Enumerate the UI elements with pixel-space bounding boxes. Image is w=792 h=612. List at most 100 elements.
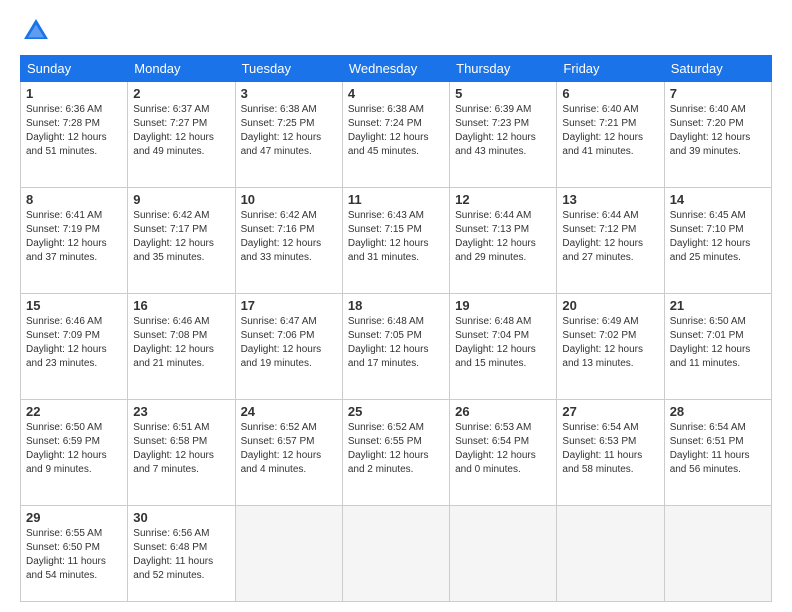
day-cell-3: 3Sunrise: 6:38 AM Sunset: 7:25 PM Daylig…	[235, 82, 342, 188]
day-number: 9	[133, 192, 229, 207]
day-info: Sunrise: 6:42 AM Sunset: 7:17 PM Dayligh…	[133, 209, 229, 265]
day-header-tuesday: Tuesday	[235, 56, 342, 82]
day-cell-5: 5 Sunrise: 6:39 AM Sunset: 7:23 PM Daylig…	[450, 82, 557, 188]
day-cell-4: 4 Sunrise: 6:38 AM Sunset: 7:24 PM Daylig…	[342, 82, 449, 188]
empty-cell	[342, 505, 449, 602]
day-info: Sunrise: 6:46 AM Sunset: 7:09 PM Dayligh…	[26, 315, 122, 371]
day-cell-14: 14 Sunrise: 6:45 AM Sunset: 7:10 PM Dayli…	[664, 187, 771, 293]
day-info: Sunrise: 6:55 AM Sunset: 6:50 PM Dayligh…	[26, 527, 122, 583]
day-number: 22	[26, 404, 122, 419]
empty-cell	[235, 505, 342, 602]
day-info: Sunrise: 6:50 AM Sunset: 7:01 PM Dayligh…	[670, 315, 766, 371]
day-cell-16: 16Sunrise: 6:46 AM Sunset: 7:08 PM Dayli…	[128, 293, 235, 399]
day-number: 19	[455, 298, 551, 313]
day-cell-9: 9 Sunrise: 6:42 AM Sunset: 7:17 PM Daylig…	[128, 187, 235, 293]
day-number: 6	[562, 86, 658, 101]
day-info: Sunrise: 6:52 AM Sunset: 6:57 PM Dayligh…	[241, 421, 337, 477]
day-number: 15	[26, 298, 122, 313]
day-info: Sunrise: 6:44 AM Sunset: 7:12 PM Dayligh…	[562, 209, 658, 265]
day-number: 28	[670, 404, 766, 419]
day-cell-12: 12 Sunrise: 6:44 AM Sunset: 7:13 PM Dayli…	[450, 187, 557, 293]
day-info: Sunrise: 6:43 AM Sunset: 7:15 PM Dayligh…	[348, 209, 444, 265]
day-info: Sunrise: 6:52 AM Sunset: 6:55 PM Dayligh…	[348, 421, 444, 477]
week-row-2: 8 Sunrise: 6:41 AM Sunset: 7:19 PM Daylig…	[21, 187, 772, 293]
day-cell-25: 25 Sunrise: 6:52 AM Sunset: 6:55 PM Dayli…	[342, 399, 449, 505]
day-number: 5	[455, 86, 551, 101]
day-info: Sunrise: 6:40 AM Sunset: 7:21 PM Dayligh…	[562, 103, 658, 159]
day-cell-26: 26 Sunrise: 6:53 AM Sunset: 6:54 PM Dayli…	[450, 399, 557, 505]
day-cell-29: 29 Sunrise: 6:55 AM Sunset: 6:50 PM Dayli…	[21, 505, 128, 602]
logo-icon	[20, 15, 52, 47]
day-cell-17: 17Sunrise: 6:47 AM Sunset: 7:06 PM Dayli…	[235, 293, 342, 399]
day-cell-2: 2Sunrise: 6:37 AM Sunset: 7:27 PM Daylig…	[128, 82, 235, 188]
day-info: Sunrise: 6:40 AM Sunset: 7:20 PM Dayligh…	[670, 103, 766, 159]
day-info: Sunrise: 6:37 AM Sunset: 7:27 PM Dayligh…	[133, 103, 229, 159]
day-cell-23: 23 Sunrise: 6:51 AM Sunset: 6:58 PM Dayli…	[128, 399, 235, 505]
day-number: 25	[348, 404, 444, 419]
empty-cell	[450, 505, 557, 602]
day-cell-18: 18 Sunrise: 6:48 AM Sunset: 7:05 PM Dayli…	[342, 293, 449, 399]
day-header-sunday: Sunday	[21, 56, 128, 82]
day-number: 4	[348, 86, 444, 101]
day-info: Sunrise: 6:45 AM Sunset: 7:10 PM Dayligh…	[670, 209, 766, 265]
day-cell-19: 19 Sunrise: 6:48 AM Sunset: 7:04 PM Dayli…	[450, 293, 557, 399]
day-number: 23	[133, 404, 229, 419]
week-row-4: 22 Sunrise: 6:50 AM Sunset: 6:59 PM Dayli…	[21, 399, 772, 505]
day-cell-30: 30 Sunrise: 6:56 AM Sunset: 6:48 PM Dayli…	[128, 505, 235, 602]
logo	[20, 15, 56, 47]
day-info: Sunrise: 6:53 AM Sunset: 6:54 PM Dayligh…	[455, 421, 551, 477]
day-number: 26	[455, 404, 551, 419]
empty-cell	[664, 505, 771, 602]
day-cell-10: 10 Sunrise: 6:42 AM Sunset: 7:16 PM Dayli…	[235, 187, 342, 293]
day-cell-15: 15 Sunrise: 6:46 AM Sunset: 7:09 PM Dayli…	[21, 293, 128, 399]
header	[20, 15, 772, 47]
day-number: 29	[26, 510, 122, 525]
days-header-row: SundayMondayTuesdayWednesdayThursdayFrid…	[21, 56, 772, 82]
day-number: 1	[26, 86, 122, 101]
day-number: 30	[133, 510, 229, 525]
day-number: 11	[348, 192, 444, 207]
day-info: Sunrise: 6:42 AM Sunset: 7:16 PM Dayligh…	[241, 209, 337, 265]
day-cell-11: 11 Sunrise: 6:43 AM Sunset: 7:15 PM Dayli…	[342, 187, 449, 293]
day-number: 27	[562, 404, 658, 419]
day-number: 24	[241, 404, 337, 419]
day-header-thursday: Thursday	[450, 56, 557, 82]
day-info: Sunrise: 6:48 AM Sunset: 7:04 PM Dayligh…	[455, 315, 551, 371]
day-header-friday: Friday	[557, 56, 664, 82]
day-number: 21	[670, 298, 766, 313]
day-number: 17	[241, 298, 337, 313]
day-number: 7	[670, 86, 766, 101]
day-info: Sunrise: 6:36 AM Sunset: 7:28 PM Dayligh…	[26, 103, 122, 159]
day-cell-24: 24 Sunrise: 6:52 AM Sunset: 6:57 PM Dayli…	[235, 399, 342, 505]
day-number: 13	[562, 192, 658, 207]
week-row-3: 15 Sunrise: 6:46 AM Sunset: 7:09 PM Dayli…	[21, 293, 772, 399]
day-number: 14	[670, 192, 766, 207]
day-info: Sunrise: 6:39 AM Sunset: 7:23 PM Dayligh…	[455, 103, 551, 159]
day-number: 12	[455, 192, 551, 207]
day-number: 18	[348, 298, 444, 313]
day-header-monday: Monday	[128, 56, 235, 82]
day-cell-28: 28 Sunrise: 6:54 AM Sunset: 6:51 PM Dayli…	[664, 399, 771, 505]
day-cell-13: 13 Sunrise: 6:44 AM Sunset: 7:12 PM Dayli…	[557, 187, 664, 293]
day-info: Sunrise: 6:50 AM Sunset: 6:59 PM Dayligh…	[26, 421, 122, 477]
day-cell-22: 22 Sunrise: 6:50 AM Sunset: 6:59 PM Dayli…	[21, 399, 128, 505]
day-info: Sunrise: 6:48 AM Sunset: 7:05 PM Dayligh…	[348, 315, 444, 371]
day-info: Sunrise: 6:44 AM Sunset: 7:13 PM Dayligh…	[455, 209, 551, 265]
day-info: Sunrise: 6:38 AM Sunset: 7:24 PM Dayligh…	[348, 103, 444, 159]
day-info: Sunrise: 6:51 AM Sunset: 6:58 PM Dayligh…	[133, 421, 229, 477]
day-header-saturday: Saturday	[664, 56, 771, 82]
day-info: Sunrise: 6:46 AM Sunset: 7:08 PM Dayligh…	[133, 315, 229, 371]
calendar: SundayMondayTuesdayWednesdayThursdayFrid…	[20, 55, 772, 602]
day-info: Sunrise: 6:41 AM Sunset: 7:19 PM Dayligh…	[26, 209, 122, 265]
day-info: Sunrise: 6:49 AM Sunset: 7:02 PM Dayligh…	[562, 315, 658, 371]
day-cell-27: 27Sunrise: 6:54 AM Sunset: 6:53 PM Dayli…	[557, 399, 664, 505]
day-number: 3	[241, 86, 337, 101]
day-cell-8: 8 Sunrise: 6:41 AM Sunset: 7:19 PM Daylig…	[21, 187, 128, 293]
day-info: Sunrise: 6:56 AM Sunset: 6:48 PM Dayligh…	[133, 527, 229, 583]
day-cell-21: 21 Sunrise: 6:50 AM Sunset: 7:01 PM Dayli…	[664, 293, 771, 399]
day-info: Sunrise: 6:54 AM Sunset: 6:51 PM Dayligh…	[670, 421, 766, 477]
day-cell-7: 7 Sunrise: 6:40 AM Sunset: 7:20 PM Daylig…	[664, 82, 771, 188]
day-header-wednesday: Wednesday	[342, 56, 449, 82]
day-number: 8	[26, 192, 122, 207]
day-number: 10	[241, 192, 337, 207]
